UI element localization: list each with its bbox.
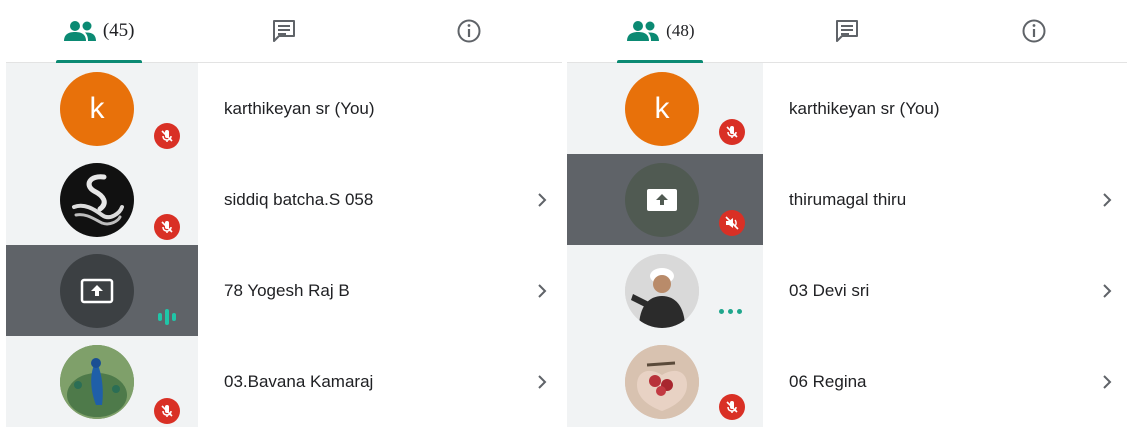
participant-name: 06 Regina	[789, 371, 867, 391]
chat-icon	[834, 19, 860, 43]
chevron-right-icon[interactable]	[1087, 192, 1127, 208]
participant-info: karthikeyan sr (You)	[198, 63, 562, 154]
people-count: (45)	[102, 20, 135, 41]
tab-people[interactable]: (45)	[6, 0, 191, 62]
chevron-right-icon[interactable]	[522, 192, 562, 208]
participant-row[interactable]: k karthikeyan sr (You)	[6, 63, 562, 154]
tab-info[interactable]	[940, 0, 1127, 62]
people-icon	[626, 20, 660, 42]
avatar-cell	[567, 154, 763, 245]
right-participants-panel: (48) k karthikeyan sr (You) thirumagal t…	[567, 0, 1127, 429]
participant-row[interactable]: 78 Yogesh Raj B	[6, 245, 562, 336]
avatar: k	[60, 72, 134, 146]
chevron-right-icon[interactable]	[1087, 283, 1127, 299]
people-icon	[63, 20, 97, 42]
participant-name: thirumagal thiru	[789, 189, 907, 209]
man-photo-avatar	[625, 254, 699, 328]
participant-info: 06 Regina	[763, 336, 1127, 427]
participant-name: 03 Devi sri	[789, 280, 870, 300]
info-icon	[1021, 18, 1047, 44]
participant-info: 78 Yogesh Raj B	[198, 245, 562, 336]
tab-chat[interactable]	[754, 0, 941, 62]
tab-people[interactable]: (48)	[567, 0, 754, 62]
participant-info: siddiq batcha.S 058	[198, 154, 562, 245]
mic-off-icon	[719, 394, 745, 420]
chevron-right-icon[interactable]	[1087, 374, 1127, 390]
tab-bar: (45)	[6, 0, 562, 63]
participant-row[interactable]: 03.Bavana Kamaraj	[6, 336, 562, 427]
participant-row[interactable]: k karthikeyan sr (You)	[567, 63, 1127, 154]
left-participants-panel: (45) k karthikeyan sr (You) siddiq batch…	[6, 0, 562, 429]
avatar-cell: k	[6, 63, 198, 154]
participant-name: 03.Bavana Kamaraj	[224, 371, 374, 391]
chevron-right-icon[interactable]	[522, 374, 562, 390]
mic-off-icon	[154, 398, 180, 424]
participant-name: 78 Yogesh Raj B	[224, 280, 350, 300]
participant-row[interactable]: thirumagal thiru	[567, 154, 1127, 245]
avatar-cell	[567, 245, 763, 336]
tab-bar: (48)	[567, 0, 1127, 63]
participant-name: siddiq batcha.S 058	[224, 189, 374, 209]
speaking-indicator-icon	[158, 309, 176, 325]
participant-info: thirumagal thiru	[763, 154, 1127, 245]
present-screen-avatar	[60, 254, 134, 328]
participant-list: k karthikeyan sr (You)	[567, 63, 1127, 427]
chat-icon	[271, 19, 297, 43]
participant-info: 03 Devi sri	[763, 245, 1127, 336]
participant-name: karthikeyan sr (You)	[224, 98, 375, 118]
avatar-cell	[6, 154, 198, 245]
tab-info[interactable]	[377, 0, 562, 62]
participant-info: karthikeyan sr (You)	[763, 63, 1127, 154]
mic-off-icon	[154, 214, 180, 240]
participant-row[interactable]: 06 Regina	[567, 336, 1127, 427]
avatar-cell	[6, 245, 198, 336]
participant-name: karthikeyan sr (You)	[789, 98, 940, 118]
roses-photo-avatar	[625, 345, 699, 419]
participant-row[interactable]: siddiq batcha.S 058	[6, 154, 562, 245]
participant-row[interactable]: 03 Devi sri	[567, 245, 1127, 336]
present-screen-avatar	[625, 163, 699, 237]
avatar-cell	[6, 336, 198, 427]
participant-list: k karthikeyan sr (You)	[6, 63, 562, 427]
chevron-right-icon[interactable]	[522, 283, 562, 299]
tab-chat[interactable]	[191, 0, 376, 62]
swan-logo-avatar	[60, 163, 134, 237]
avatar-cell	[567, 336, 763, 427]
more-dots-icon	[719, 309, 742, 314]
mic-off-icon	[154, 123, 180, 149]
peacock-photo-avatar	[60, 345, 134, 419]
people-count: (48)	[666, 21, 695, 40]
mic-off-icon	[719, 119, 745, 145]
avatar: k	[625, 72, 699, 146]
avatar-cell: k	[567, 63, 763, 154]
participant-info: 03.Bavana Kamaraj	[198, 336, 562, 427]
volume-off-icon	[719, 210, 745, 236]
info-icon	[456, 18, 482, 44]
